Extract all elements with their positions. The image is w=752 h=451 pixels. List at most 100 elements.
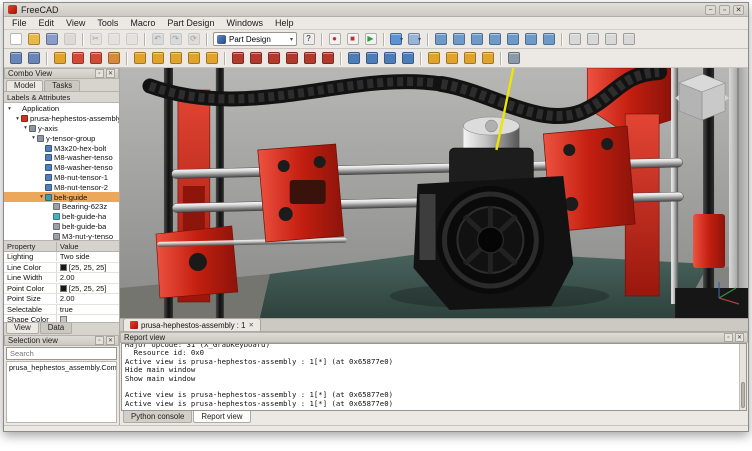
report-log[interactable]: Major opcode: 31 (X_GrabKeyboard) Resour… — [121, 343, 747, 411]
boolean-operation-icon[interactable] — [505, 50, 522, 67]
edit-sketch-icon[interactable] — [87, 50, 104, 67]
chamfer-icon[interactable] — [443, 50, 460, 67]
maximize-button[interactable]: ▫ — [719, 5, 730, 15]
tree-item-m8-washer-tenso[interactable]: M8-washer-tenso — [4, 153, 119, 163]
additive-primitive-icon[interactable] — [203, 50, 220, 67]
draw-style-icon[interactable]: ▾ — [406, 31, 423, 48]
panel-close-icon[interactable]: ✕ — [735, 333, 744, 342]
subtractive-loft-icon[interactable] — [283, 50, 300, 67]
mirrored-icon[interactable] — [345, 50, 362, 67]
view-top-icon[interactable] — [468, 31, 485, 48]
view-front-icon[interactable] — [450, 31, 467, 48]
fit-all-icon[interactable]: ▾ — [388, 31, 405, 48]
toggle-visibility-icon[interactable] — [584, 31, 601, 48]
panel-float-icon[interactable]: ▫ — [724, 333, 733, 342]
panel-float-icon[interactable]: ▫ — [95, 336, 104, 345]
macro-execute-icon[interactable]: ▶ — [362, 31, 379, 48]
macro-stop-icon[interactable]: ■ — [344, 31, 361, 48]
property-row-line-color[interactable]: Line Color[25, 25, 25] — [4, 263, 119, 274]
view-rear-icon[interactable] — [504, 31, 521, 48]
subtractive-pipe-icon[interactable] — [301, 50, 318, 67]
3d-viewport[interactable] — [120, 68, 748, 318]
property-row-shape-color[interactable]: Shape Color — [4, 315, 119, 322]
create-sketch-icon[interactable] — [69, 50, 86, 67]
save-document-icon[interactable] — [43, 31, 60, 48]
draft-icon[interactable] — [461, 50, 478, 67]
tree-item-m3x20-hex-bolt[interactable]: M3x20-hex-bolt — [4, 143, 119, 153]
menu-item-view[interactable]: View — [60, 17, 91, 30]
tree-item-belt-guide[interactable]: ▾belt-guide — [4, 192, 119, 202]
minimize-button[interactable]: − — [705, 5, 716, 15]
create-body-icon[interactable] — [51, 50, 68, 67]
property-row-lighting[interactable]: LightingTwo side — [4, 252, 119, 263]
tree-item-y-axis[interactable]: ▾y-axis — [4, 124, 119, 134]
tab-close-icon[interactable]: ✕ — [248, 321, 253, 329]
tree-item-m8-nut-tensor-1[interactable]: M8-nut-tensor-1 — [4, 173, 119, 183]
pad-icon[interactable] — [131, 50, 148, 67]
view-bottom-icon[interactable] — [522, 31, 539, 48]
tree-item-belt-guide-ha[interactable]: belt-guide-ha — [4, 212, 119, 222]
fillet-icon[interactable] — [425, 50, 442, 67]
additive-pipe-icon[interactable] — [185, 50, 202, 67]
tree-item-prusa-hephestos-assembly[interactable]: ▾prusa-hephestos-assembly — [4, 114, 119, 124]
set-colors-icon[interactable] — [566, 31, 583, 48]
tree-item-m3-nut-y-tenso[interactable]: M3-nut-y-tenso — [4, 231, 119, 241]
menu-item-edit[interactable]: Edit — [33, 17, 61, 30]
tab-tasks[interactable]: Tasks — [44, 80, 80, 91]
map-sketch-to-face-icon[interactable] — [105, 50, 122, 67]
scrollbar-thumb[interactable] — [741, 382, 745, 408]
new-document-icon[interactable] — [7, 31, 24, 48]
view-isometric-icon[interactable] — [432, 31, 449, 48]
menu-item-file[interactable]: File — [6, 17, 33, 30]
macro-record-icon[interactable]: ● — [326, 31, 343, 48]
toggle-clipping-icon[interactable] — [620, 31, 637, 48]
property-row-point-size[interactable]: Point Size2.00 — [4, 294, 119, 305]
menu-item-help[interactable]: Help — [269, 17, 300, 30]
whats-this-icon[interactable]: ? — [300, 31, 317, 48]
menu-item-windows[interactable]: Windows — [220, 17, 269, 30]
groove-icon[interactable] — [265, 50, 282, 67]
close-button[interactable]: ✕ — [733, 5, 744, 15]
menu-item-tools[interactable]: Tools — [91, 17, 124, 30]
multi-transform-icon[interactable] — [399, 50, 416, 67]
view-right-icon[interactable] — [486, 31, 503, 48]
tree-item-m8-nut-tensor-2[interactable]: M8-nut-tensor-2 — [4, 182, 119, 192]
open-document-icon[interactable] — [25, 31, 42, 48]
mdi-tab-active-document[interactable]: prusa-hephestos-assembly : 1 ✕ — [123, 318, 261, 331]
hole-icon[interactable] — [247, 50, 264, 67]
subtractive-primitive-icon[interactable] — [319, 50, 336, 67]
selection-list-item[interactable]: prusa_hephestos_assembly.Compound... — [7, 362, 116, 373]
import-icon[interactable] — [7, 50, 24, 67]
panel-float-icon[interactable]: ▫ — [95, 69, 104, 78]
menu-item-macro[interactable]: Macro — [124, 17, 161, 30]
tab-python-console[interactable]: Python console — [123, 411, 192, 423]
menu-item-part-design[interactable]: Part Design — [161, 17, 220, 30]
view-left-icon[interactable] — [540, 31, 557, 48]
tree-item-bearing-623z[interactable]: Bearing-623z — [4, 202, 119, 212]
titlebar[interactable]: FreeCAD − ▫ ✕ — [4, 3, 748, 17]
report-scrollbar[interactable] — [739, 344, 746, 410]
property-row-point-color[interactable]: Point Color[25, 25, 25] — [4, 284, 119, 295]
export-icon[interactable] — [25, 50, 42, 67]
tab-data[interactable]: Data — [40, 323, 72, 334]
linear-pattern-icon[interactable] — [363, 50, 380, 67]
selection-search-input[interactable] — [6, 347, 117, 360]
workbench-selector[interactable]: Part Design▾ — [213, 32, 297, 46]
tab-report-view[interactable]: Report view — [193, 411, 250, 423]
polar-pattern-icon[interactable] — [381, 50, 398, 67]
panel-close-icon[interactable]: ✕ — [106, 336, 115, 345]
box-selection-icon[interactable] — [602, 31, 619, 48]
property-row-line-width[interactable]: Line Width2.00 — [4, 273, 119, 284]
revolution-icon[interactable] — [149, 50, 166, 67]
property-row-selectable[interactable]: Selectabletrue — [4, 305, 119, 316]
tree-item-y-tensor-group[interactable]: ▾y-tensor-group — [4, 133, 119, 143]
tree-item-application[interactable]: ▾Application — [4, 104, 119, 114]
tree-item-belt-guide-ba[interactable]: belt-guide-ba — [4, 222, 119, 232]
panel-close-icon[interactable]: ✕ — [106, 69, 115, 78]
additive-loft-icon[interactable] — [167, 50, 184, 67]
pocket-icon[interactable] — [229, 50, 246, 67]
tree-item-m8-washer-tenso[interactable]: M8-washer-tenso — [4, 163, 119, 173]
tab-view[interactable]: View — [6, 323, 39, 334]
thickness-icon[interactable] — [479, 50, 496, 67]
tab-model[interactable]: Model — [6, 80, 43, 91]
